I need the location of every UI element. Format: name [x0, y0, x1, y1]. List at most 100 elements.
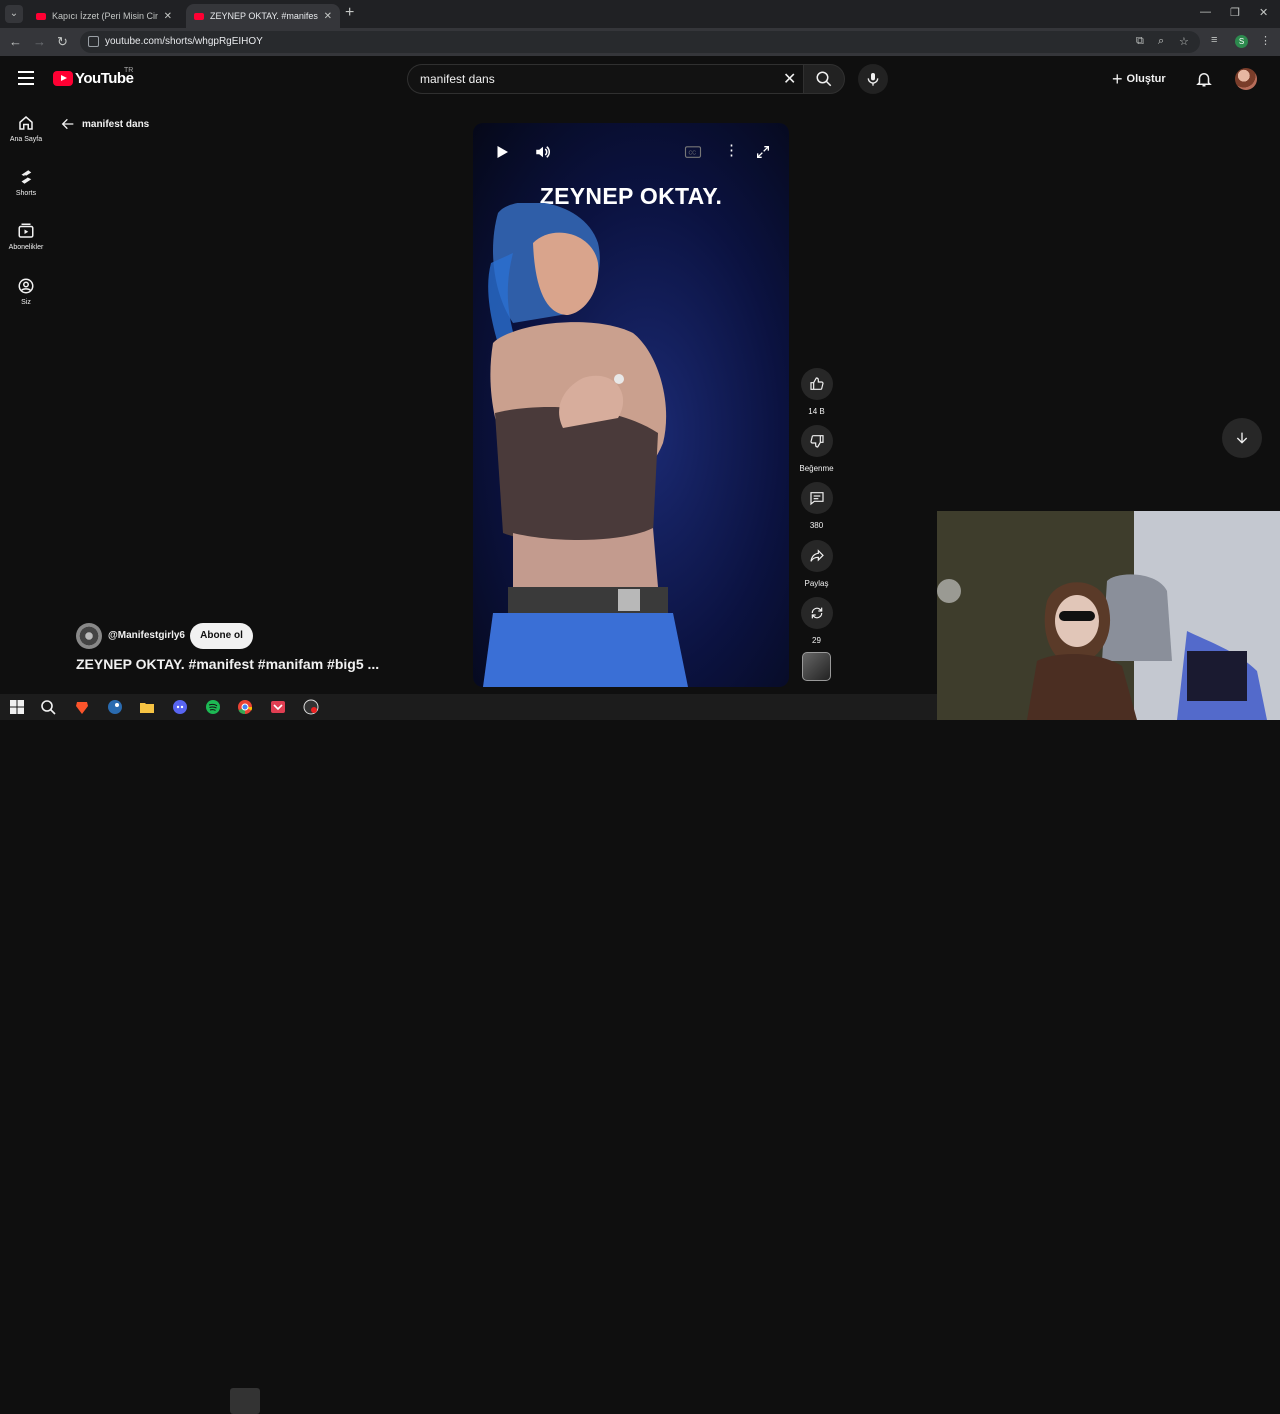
arrow-down-icon: [1236, 432, 1248, 444]
reload-icon[interactable]: ↻: [57, 34, 68, 50]
search-query: manifest dans: [420, 72, 495, 86]
you-icon: [18, 278, 34, 294]
address-url: youtube.com/shorts/whgpRgEIHOY: [105, 36, 263, 47]
voice-search-button[interactable]: [858, 64, 888, 94]
search-button[interactable]: [803, 64, 845, 94]
media-control-icon[interactable]: ≡: [1211, 34, 1217, 46]
video-title[interactable]: ZEYNEP OKTAY. #manifest #manifam #big5 .…: [76, 656, 379, 672]
create-button[interactable]: + Oluştur: [1112, 68, 1166, 90]
microphone-icon: [867, 73, 879, 86]
pocket-app-icon[interactable]: [270, 699, 286, 715]
arrow-left-icon: [61, 118, 74, 130]
comment-icon: [809, 492, 824, 506]
remix-count: 29: [812, 636, 821, 645]
channel-name[interactable]: @Manifestgirly6: [108, 630, 185, 641]
chrome-icon[interactable]: [237, 699, 253, 715]
youtube-favicon-icon: [194, 12, 204, 20]
tab-search-button[interactable]: ⌄: [5, 5, 23, 23]
back-label: manifest dans: [82, 118, 150, 130]
sound-thumbnail[interactable]: [802, 652, 831, 681]
dislike-button[interactable]: Beğenme: [796, 425, 837, 473]
performer-image: [483, 203, 688, 687]
restore-icon[interactable]: ❐: [1230, 6, 1240, 19]
next-video-button[interactable]: [1222, 418, 1262, 458]
discord-icon[interactable]: [172, 699, 188, 715]
recording-app-icon[interactable]: [303, 699, 319, 715]
guide-label: Ana Sayfa: [9, 136, 43, 143]
tab-close-icon[interactable]: ✕: [164, 11, 172, 22]
home-icon: [19, 116, 33, 130]
browser-toolbar: ← → ↻ youtube.com/shorts/whgpRgEIHOY ⧉ ⌕…: [0, 28, 1280, 56]
share-label: Paylaş: [804, 579, 829, 588]
fullscreen-icon[interactable]: [755, 144, 771, 160]
svg-text:CC: CC: [689, 150, 697, 156]
active-app-highlight: [230, 1388, 260, 1414]
country-code: TR: [124, 67, 134, 74]
tab-title: ZEYNEP OKTAY. #manifest #manifam: [210, 11, 318, 21]
dislike-label: Beğenme: [799, 464, 834, 473]
browser-profile-avatar[interactable]: S: [1235, 35, 1248, 48]
zoom-icon[interactable]: ⌕: [1158, 35, 1164, 48]
shorts-icon: [21, 170, 32, 184]
back-icon[interactable]: ←: [9, 34, 22, 49]
back-to-search-button[interactable]: manifest dans: [60, 116, 149, 132]
share-button[interactable]: Paylaş: [796, 540, 837, 588]
remix-button[interactable]: 29: [796, 597, 837, 645]
new-tab-icon[interactable]: +: [345, 4, 354, 22]
windows-taskbar: [0, 694, 937, 1414]
webcam-image: [937, 511, 1280, 720]
comment-count: 380: [809, 521, 824, 530]
browser-tabstrip: ⌄ Kapıcı İzzet (Peri Misin Cin Misin) ✕ …: [0, 0, 1280, 28]
guide-label: Abonelikler: [8, 244, 44, 251]
guide-label: Siz: [21, 299, 31, 306]
windows-start-icon[interactable]: [9, 699, 25, 715]
comments-button[interactable]: 380: [796, 482, 837, 530]
subscribe-button[interactable]: Abone ol: [190, 623, 253, 649]
thumbs-down-icon: [809, 435, 824, 448]
like-count: 14 B: [808, 407, 825, 416]
webcam-overlay: [937, 511, 1280, 720]
spotify-icon[interactable]: [205, 699, 221, 715]
volume-icon[interactable]: [533, 143, 553, 161]
youtube-play-logo-icon: [53, 71, 73, 86]
guide-item-shorts[interactable]: Shorts: [0, 168, 52, 197]
notifications-bell-icon[interactable]: [1195, 70, 1213, 88]
brave-icon[interactable]: [74, 699, 90, 715]
taskbar-search-icon[interactable]: [40, 699, 56, 715]
steam-icon[interactable]: [107, 699, 123, 715]
site-info-icon[interactable]: [88, 36, 99, 47]
install-app-icon[interactable]: ⧉: [1136, 35, 1144, 48]
youtube-favicon-icon: [36, 12, 46, 20]
play-icon[interactable]: [493, 143, 511, 161]
minimize-icon[interactable]: —: [1200, 6, 1211, 18]
guide-item-home[interactable]: Ana Sayfa: [0, 114, 52, 143]
tab-title: Kapıcı İzzet (Peri Misin Cin Misin): [52, 11, 158, 21]
like-button[interactable]: 14 B: [796, 368, 837, 416]
browser-tab[interactable]: Kapıcı İzzet (Peri Misin Cin Misin) ✕: [28, 4, 180, 28]
address-bar[interactable]: youtube.com/shorts/whgpRgEIHOY ⧉ ⌕ ☆: [80, 31, 1200, 53]
guide-item-subscriptions[interactable]: Abonelikler: [0, 222, 52, 251]
forward-icon[interactable]: →: [33, 34, 46, 49]
clear-search-icon[interactable]: ✕: [783, 69, 796, 89]
more-options-icon[interactable]: ⋮: [724, 141, 739, 159]
search-icon: [816, 71, 832, 87]
guide-menu-icon[interactable]: [18, 71, 34, 85]
window-close-icon[interactable]: ✕: [1259, 6, 1268, 19]
browser-menu-icon[interactable]: ⋮: [1260, 34, 1271, 47]
search-input[interactable]: manifest dans ✕: [407, 64, 807, 94]
file-explorer-icon[interactable]: [139, 699, 155, 715]
guide-item-you[interactable]: Siz: [0, 277, 52, 306]
thumbs-up-icon: [809, 377, 824, 390]
channel-avatar[interactable]: [76, 623, 102, 649]
plus-icon: +: [1112, 68, 1123, 89]
guide-label: Shorts: [15, 190, 37, 197]
captions-icon[interactable]: CC: [684, 144, 702, 160]
tab-close-icon[interactable]: ✕: [324, 11, 332, 22]
remix-icon: [811, 607, 822, 619]
youtube-logo[interactable]: YouTube: [53, 70, 134, 87]
account-avatar[interactable]: [1235, 68, 1257, 90]
create-label: Oluştur: [1126, 73, 1166, 85]
shorts-video-player[interactable]: CC ⋮ ZEYNEP OKTAY.: [473, 123, 789, 687]
browser-tab-active[interactable]: ZEYNEP OKTAY. #manifest #manifam ✕: [186, 4, 340, 28]
bookmark-star-icon[interactable]: ☆: [1179, 35, 1189, 48]
